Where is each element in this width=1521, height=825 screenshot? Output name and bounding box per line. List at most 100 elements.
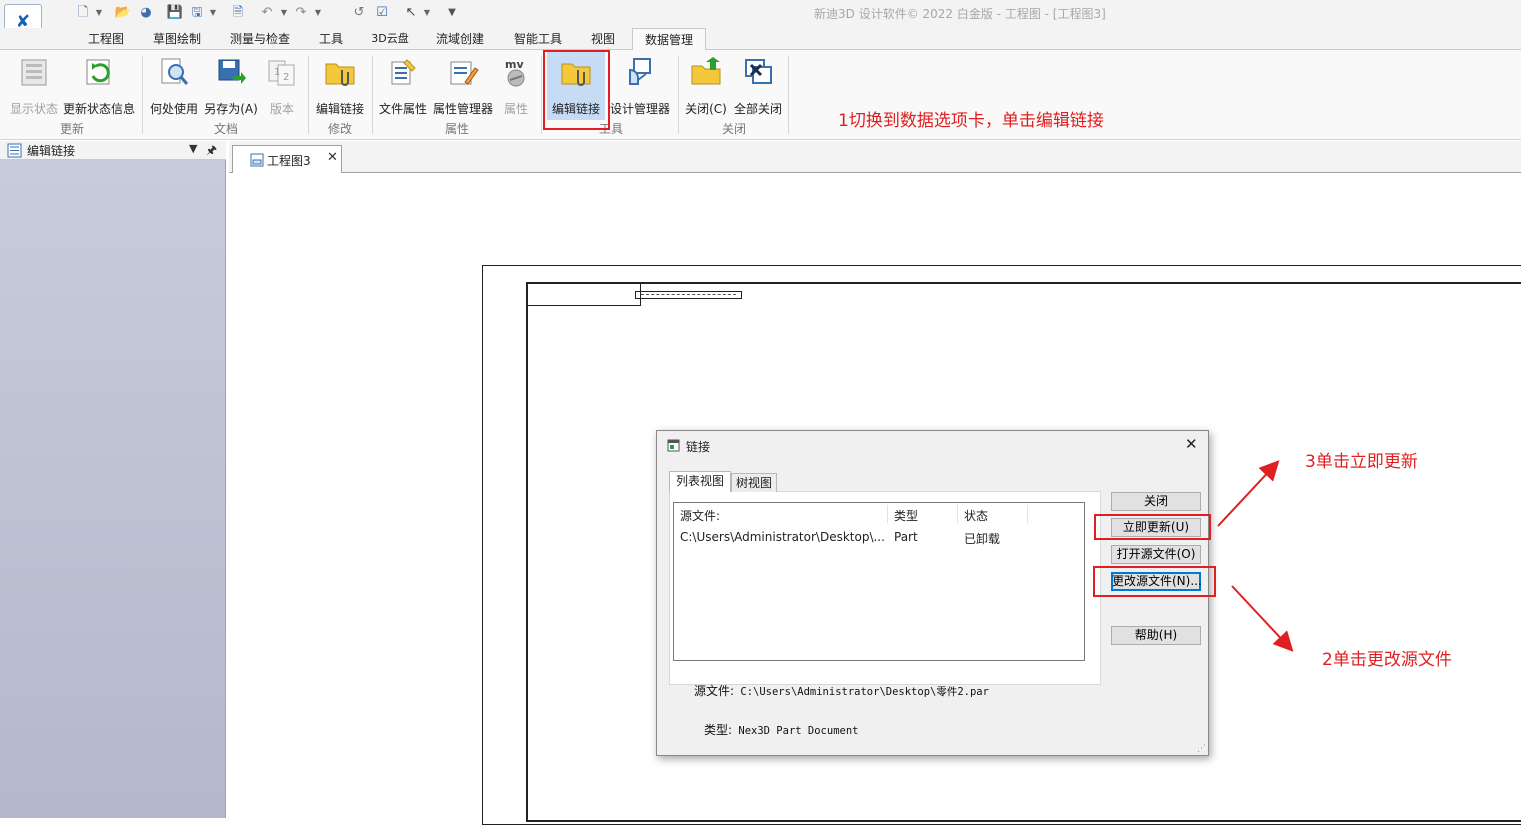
redo-icon[interactable]: ↷ <box>292 4 310 22</box>
undo-dropdown-icon[interactable]: ▼ <box>280 6 288 20</box>
links-list[interactable]: 源文件: 类型 状态 C:\Users\Administrator\Deskto… <box>673 502 1085 661</box>
edit-links-modify-label: 编辑链接 <box>315 102 364 116</box>
annotation-arrows <box>1217 460 1294 652</box>
version-button[interactable]: 1 2 版本 <box>262 54 302 120</box>
property-manager-icon <box>450 61 479 85</box>
ribbon: 显示状态 更新状态信息 更新 何处使用 另存为(A) 1 2 版本 文档 编辑链… <box>0 50 1521 140</box>
close-document-button[interactable]: 关闭(C) <box>682 54 730 120</box>
save-as-icon <box>218 59 246 84</box>
open-source-button[interactable]: 打开源文件(O) <box>1111 545 1201 564</box>
show-state-button[interactable]: 显示状态 <box>6 54 62 120</box>
browse-icon[interactable]: ◕ <box>137 4 155 22</box>
drawing-doc-icon <box>250 153 264 167</box>
column-divider <box>957 505 958 523</box>
customize-toolbar-icon[interactable]: ▼ <box>443 4 461 22</box>
svg-text:2: 2 <box>283 72 289 83</box>
property-manager-button[interactable]: 属性管理器 <box>431 54 495 120</box>
folder-green-arrow-icon <box>691 57 721 85</box>
tab-data-management[interactable]: 数据管理 <box>632 28 706 51</box>
mv-properties-icon: mv <box>505 58 525 87</box>
tab-tree-view[interactable]: 树视图 <box>731 473 777 492</box>
tab-domain-create[interactable]: 流域创建 <box>428 28 492 50</box>
left-pane-header: 编辑链接 ▼ 🖈 <box>0 141 226 160</box>
highlight-change-source <box>1093 566 1216 597</box>
new-file-icon[interactable]: 🗋 <box>74 4 92 22</box>
resize-grip-icon[interactable]: ⋰ <box>1197 744 1206 754</box>
version-icon: 1 2 <box>268 60 295 86</box>
redo-dropdown-icon[interactable]: ▼ <box>314 6 322 20</box>
svg-text:1: 1 <box>274 67 280 78</box>
tab-drawing[interactable]: 工程图 <box>78 28 134 50</box>
refresh-sheet-icon <box>86 59 110 85</box>
title-bar: 🗋 ▼ 📂 ◕ 💾 🖫 ▼ 🗎 ↶ ▼ ↷ ▼ ↺ ☑ ↖ ▼ ▼ 新迪3D 设… <box>0 0 1521 28</box>
group-close-label: 关闭 <box>721 122 746 136</box>
select-arrow-icon[interactable]: ↖ <box>402 4 420 22</box>
design-manager-label: 设计管理器 <box>609 102 670 116</box>
title-block-corner <box>526 282 641 306</box>
file-properties-button[interactable]: 文件属性 <box>376 54 430 120</box>
close-tab-icon[interactable]: ✕ <box>327 150 338 165</box>
document-tab-bar: 工程图3 ✕ <box>229 141 1521 173</box>
list-panel-icon <box>7 143 22 158</box>
document-tab[interactable]: 工程图3 ✕ <box>232 145 342 173</box>
select-dropdown-icon[interactable]: ▼ <box>423 6 431 20</box>
save-dropdown-icon[interactable]: ▼ <box>209 6 217 20</box>
properties-list-icon[interactable]: 🗎 <box>229 4 247 22</box>
source-info-label: 源文件: <box>694 684 735 698</box>
save-icon[interactable]: 💾 <box>166 4 184 22</box>
save-as-button[interactable]: 另存为(A) <box>202 54 260 120</box>
group-modify-label: 修改 <box>327 122 352 136</box>
ribbon-separator <box>372 56 373 134</box>
tab-measure[interactable]: 测量与检查 <box>222 28 298 50</box>
tab-list-view[interactable]: 列表视图 <box>669 471 731 492</box>
title-block-dash <box>641 294 736 295</box>
save-all-icon[interactable]: 🖫 <box>188 4 206 22</box>
group-document-label: 文档 <box>213 122 238 136</box>
close-all-windows-icon <box>745 59 772 84</box>
edit-links-modify-button[interactable]: 编辑链接 <box>312 54 368 120</box>
open-folder-icon[interactable]: 📂 <box>114 4 132 22</box>
update-state-info-button[interactable]: 更新状态信息 <box>62 54 136 120</box>
magnifier-document-icon <box>161 58 189 85</box>
design-manager-icon <box>629 58 651 85</box>
column-header-type[interactable]: 类型 <box>894 507 918 524</box>
show-state-label: 显示状态 <box>9 102 58 116</box>
tab-3d-cloud[interactable]: 3D云盘 <box>364 28 416 50</box>
dialog-close-icon[interactable]: ✕ <box>1185 435 1198 453</box>
ribbon-separator <box>541 56 542 134</box>
version-label: 版本 <box>269 102 294 116</box>
tab-smart-tools[interactable]: 智能工具 <box>506 28 570 50</box>
dialog-window-icon <box>667 439 680 452</box>
check-icon[interactable]: ☑ <box>373 4 391 22</box>
column-header-status[interactable]: 状态 <box>964 507 988 524</box>
cell-source: C:\Users\Administrator\Desktop\... <box>680 530 885 544</box>
help-button[interactable]: 帮助(H) <box>1111 626 1201 645</box>
properties-button[interactable]: mv 属性 <box>498 54 534 120</box>
close-all-label: 全部关闭 <box>733 102 782 116</box>
close-all-button[interactable]: 全部关闭 <box>732 54 784 120</box>
design-manager-button[interactable]: 设计管理器 <box>608 54 672 120</box>
new-dropdown-icon[interactable]: ▼ <box>95 6 103 20</box>
column-divider <box>1027 505 1028 523</box>
pin-icon[interactable]: 🖈 <box>206 141 217 162</box>
update-state-info-label: 更新状态信息 <box>62 102 135 116</box>
undo-icon[interactable]: ↶ <box>258 4 276 22</box>
highlight-edit-links-tools <box>543 50 610 130</box>
window-title: 新迪3D 设计软件© 2022 白金版 - 工程图 - [工程图3] <box>814 7 1106 21</box>
group-update-label: 更新 <box>59 122 84 136</box>
tab-tools[interactable]: 工具 <box>310 28 352 50</box>
folder-paperclip-icon <box>325 63 355 86</box>
close-dialog-button[interactable]: 关闭 <box>1111 492 1201 511</box>
pane-menu-icon[interactable]: ▼ <box>189 142 197 155</box>
source-info-value: C:\Users\Administrator\Desktop\零件2.par <box>740 686 989 698</box>
where-used-label: 何处使用 <box>149 102 198 116</box>
svg-text:mv: mv <box>505 58 524 71</box>
column-header-source[interactable]: 源文件: <box>680 507 720 524</box>
repeat-icon[interactable]: ↺ <box>350 4 368 22</box>
tab-sketch[interactable]: 草图绘制 <box>146 28 208 50</box>
source-info: 源文件: C:\Users\Administrator\Desktop\零件2.… <box>694 682 989 699</box>
tab-view[interactable]: 视图 <box>582 28 624 50</box>
where-used-button[interactable]: 何处使用 <box>148 54 200 120</box>
cell-type: Part <box>894 530 918 544</box>
type-info: 类型: Nex3D Part Document <box>704 721 858 738</box>
